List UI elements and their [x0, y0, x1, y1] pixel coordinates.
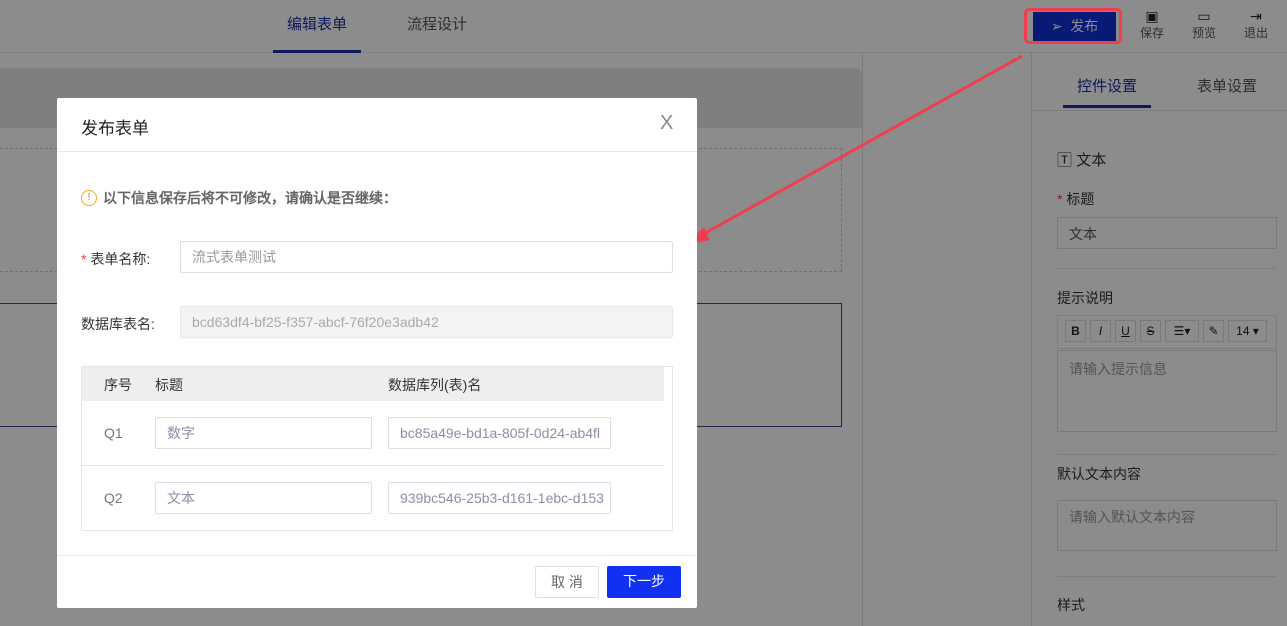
col-title: 标题 — [155, 377, 183, 393]
table-row: Q2 文本 939bc546-25b3-d161-1ebc-d153 — [82, 466, 664, 531]
dialog-header: 发布表单 X — [57, 98, 697, 152]
row-no: Q2 — [104, 490, 123, 506]
row-title-input[interactable]: 文本 — [155, 482, 372, 514]
db-table-input: bcd63df4-bf25-f357-abcf-76f20e3adb42 — [180, 306, 673, 338]
warning-message: ! 以下信息保存后将不可修改，请确认是否继续： — [81, 188, 397, 208]
footer-divider — [57, 555, 697, 556]
close-icon[interactable]: X — [660, 112, 673, 135]
warning-icon: ! — [81, 190, 97, 206]
form-name-input[interactable]: 流式表单测试 — [180, 241, 673, 273]
warning-text: 以下信息保存后将不可修改，请确认是否继续： — [103, 190, 397, 206]
field-table: 序号 标题 数据库列(表)名 Q1 数字 bc85a49e-bd1a-805f-… — [81, 366, 673, 531]
publish-form-dialog: 发布表单 X ! 以下信息保存后将不可修改，请确认是否继续： * 表单名称: 流式… — [57, 98, 697, 608]
row-column-input[interactable]: 939bc546-25b3-d161-1ebc-d153 — [388, 482, 611, 514]
dialog-title: 发布表单 — [81, 119, 149, 138]
db-table-label: 数据库表名: — [81, 316, 155, 332]
annotation-highlight-box — [1024, 8, 1122, 44]
col-no: 序号 — [104, 377, 132, 393]
required-mark: * — [81, 251, 87, 267]
row-column-input[interactable]: bc85a49e-bd1a-805f-0d24-ab4fl — [388, 417, 611, 449]
table-row: Q1 数字 bc85a49e-bd1a-805f-0d24-ab4fl — [82, 401, 664, 466]
next-step-button[interactable]: 下一步 — [607, 566, 681, 598]
table-header: 序号 标题 数据库列(表)名 — [82, 367, 664, 401]
row-no: Q1 — [104, 425, 123, 441]
col-db-column: 数据库列(表)名 — [388, 377, 482, 393]
row-title-input[interactable]: 数字 — [155, 417, 372, 449]
cancel-button[interactable]: 取 消 — [535, 566, 599, 598]
form-name-label: 表单名称: — [90, 251, 151, 267]
